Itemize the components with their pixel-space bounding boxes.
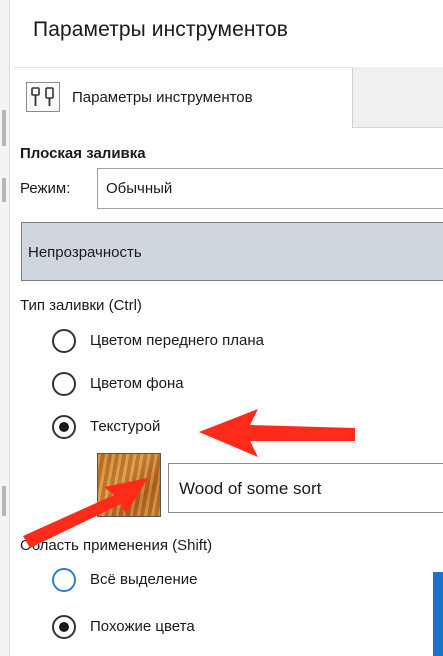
arrow-to-pattern-option-icon	[199, 409, 355, 457]
arrow-to-texture-swatch-icon	[23, 478, 148, 548]
annotation-arrows	[23, 409, 355, 548]
